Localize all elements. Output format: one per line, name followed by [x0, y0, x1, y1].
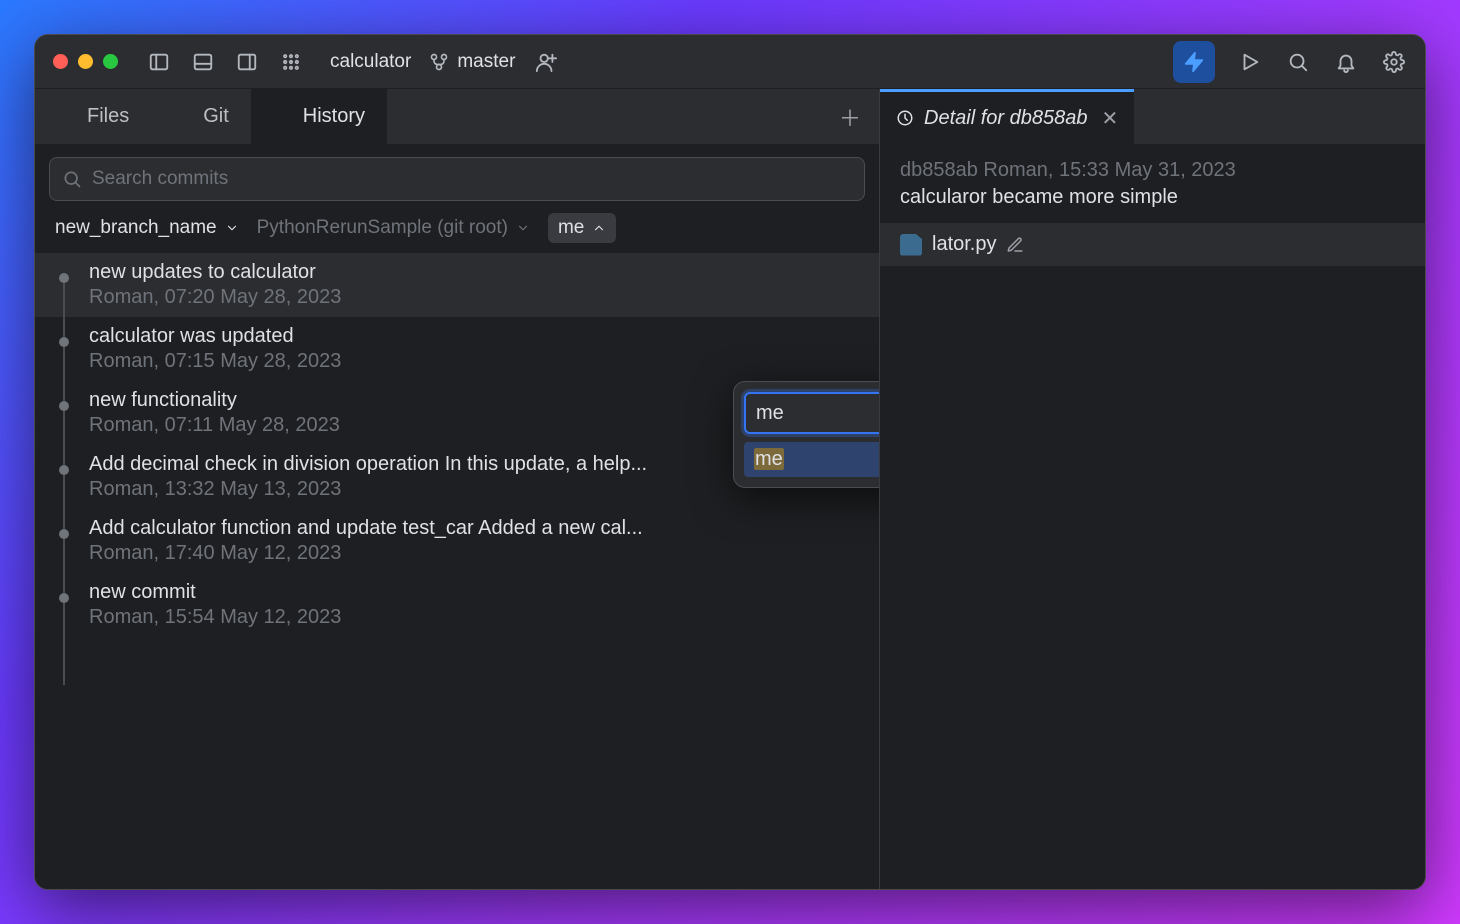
- apps-grid-icon[interactable]: [278, 49, 304, 75]
- tab-label: Git: [203, 105, 229, 128]
- graph-dot-icon: [59, 529, 69, 539]
- commit-title: Add calculator function and update test_…: [89, 517, 863, 540]
- graph-dot-icon: [59, 337, 69, 347]
- commit-meta: Roman, 07:20 May 28, 2023: [89, 286, 863, 309]
- search-icon: [1287, 51, 1309, 73]
- user-filter-option[interactable]: me: [744, 442, 880, 477]
- lightning-icon: [1183, 51, 1205, 73]
- collaborate-icon[interactable]: [533, 49, 559, 75]
- bottom-panel-toggle-icon[interactable]: [190, 49, 216, 75]
- commit-row[interactable]: calculator was updated Roman, 07:15 May …: [35, 317, 879, 381]
- right-pane: Detail for db858ab ✕ db858ab Roman, 15:3…: [880, 89, 1425, 889]
- right-tabs: Detail for db858ab ✕: [880, 89, 1425, 145]
- commit-title: calculator was updated: [89, 325, 863, 348]
- search-icon: [62, 169, 82, 189]
- commit-title: new updates to calculator: [89, 261, 863, 284]
- ide-window: calculator master Files Git: [34, 34, 1426, 890]
- commit-meta: Roman, 15:54 May 12, 2023: [89, 606, 863, 629]
- commit-row[interactable]: Add calculator function and update test_…: [35, 509, 879, 573]
- branch-icon: [429, 52, 449, 72]
- filter-repo[interactable]: PythonRerunSample (git root): [257, 217, 530, 239]
- play-icon: [1239, 51, 1261, 73]
- commit-meta: Roman, 07:15 May 28, 2023: [89, 350, 863, 373]
- folder-icon: [57, 107, 77, 127]
- filter-row: new_branch_name PythonRerunSample (git r…: [35, 211, 879, 253]
- changed-file-name: lator.py: [932, 233, 996, 256]
- commit-detail-meta: db858ab Roman, 15:33 May 31, 2023: [900, 159, 1405, 182]
- commit-title: new commit: [89, 581, 863, 604]
- tab-git[interactable]: Git: [151, 89, 251, 144]
- project-name[interactable]: calculator: [330, 51, 411, 73]
- maximize-window-button[interactable]: [103, 54, 118, 69]
- tab-files[interactable]: Files: [35, 89, 151, 144]
- tab-history[interactable]: History: [251, 89, 387, 144]
- add-tab-button[interactable]: ＋: [821, 101, 879, 133]
- titlebar-actions: [1173, 41, 1407, 83]
- left-panel-toggle-icon[interactable]: [146, 49, 172, 75]
- filter-user[interactable]: me: [548, 213, 616, 243]
- close-tab-button[interactable]: ✕: [1101, 106, 1118, 131]
- graph-dot-icon: [59, 401, 69, 411]
- branch-name: master: [457, 51, 515, 73]
- bell-icon: [1335, 51, 1357, 73]
- gear-icon: [1383, 51, 1405, 73]
- notifications-button[interactable]: [1333, 49, 1359, 75]
- graph-dot-icon: [59, 465, 69, 475]
- tab-label: Files: [87, 105, 129, 128]
- filter-repo-label: PythonRerunSample (git root): [257, 217, 508, 239]
- left-pane: Files Git History ＋ Search commits: [35, 89, 880, 889]
- detail-tab-label: Detail for db858ab: [924, 107, 1087, 130]
- commit-list: new updates to calculator Roman, 07:20 M…: [35, 253, 879, 889]
- commit-row[interactable]: new commit Roman, 15:54 May 12, 2023: [35, 573, 879, 637]
- clock-icon: [896, 109, 914, 127]
- chevron-down-icon: [516, 221, 530, 235]
- filter-branch[interactable]: new_branch_name: [55, 217, 239, 239]
- commit-detail: db858ab Roman, 15:33 May 31, 2023 calcul…: [880, 145, 1425, 223]
- close-window-button[interactable]: [53, 54, 68, 69]
- commit-meta: Roman, 17:40 May 12, 2023: [89, 542, 863, 565]
- right-panel-toggle-icon[interactable]: [234, 49, 260, 75]
- minimize-window-button[interactable]: [78, 54, 93, 69]
- highlight-match: me: [754, 448, 784, 470]
- tab-label: History: [303, 105, 365, 128]
- clock-icon: [273, 107, 293, 127]
- filter-branch-label: new_branch_name: [55, 217, 217, 239]
- search-everywhere-button[interactable]: [1285, 49, 1311, 75]
- python-file-icon: [900, 234, 922, 256]
- window-controls: [53, 54, 118, 69]
- chevron-down-icon: [225, 221, 239, 235]
- edit-icon[interactable]: [1006, 236, 1024, 254]
- changed-file-row[interactable]: lator.py: [880, 223, 1425, 266]
- graph-dot-icon: [59, 273, 69, 283]
- graph-dot-icon: [59, 593, 69, 603]
- settings-button[interactable]: [1381, 49, 1407, 75]
- titlebar: calculator master: [35, 35, 1425, 89]
- user-filter-input[interactable]: [744, 392, 880, 434]
- search-placeholder: Search commits: [92, 168, 228, 190]
- chevron-up-icon: [592, 221, 606, 235]
- commit-row[interactable]: new updates to calculator Roman, 07:20 M…: [35, 253, 879, 317]
- search-commits-input[interactable]: Search commits: [49, 157, 865, 201]
- branch-icon: [173, 107, 193, 127]
- commit-detail-message: calcularor became more simple: [900, 186, 1405, 209]
- filter-user-label: me: [558, 217, 584, 239]
- left-tabs: Files Git History ＋: [35, 89, 879, 145]
- detail-tab[interactable]: Detail for db858ab ✕: [880, 89, 1134, 144]
- build-button[interactable]: [1173, 41, 1215, 83]
- user-filter-popup: me: [733, 381, 880, 488]
- branch-selector[interactable]: master: [429, 51, 515, 73]
- run-button[interactable]: [1237, 49, 1263, 75]
